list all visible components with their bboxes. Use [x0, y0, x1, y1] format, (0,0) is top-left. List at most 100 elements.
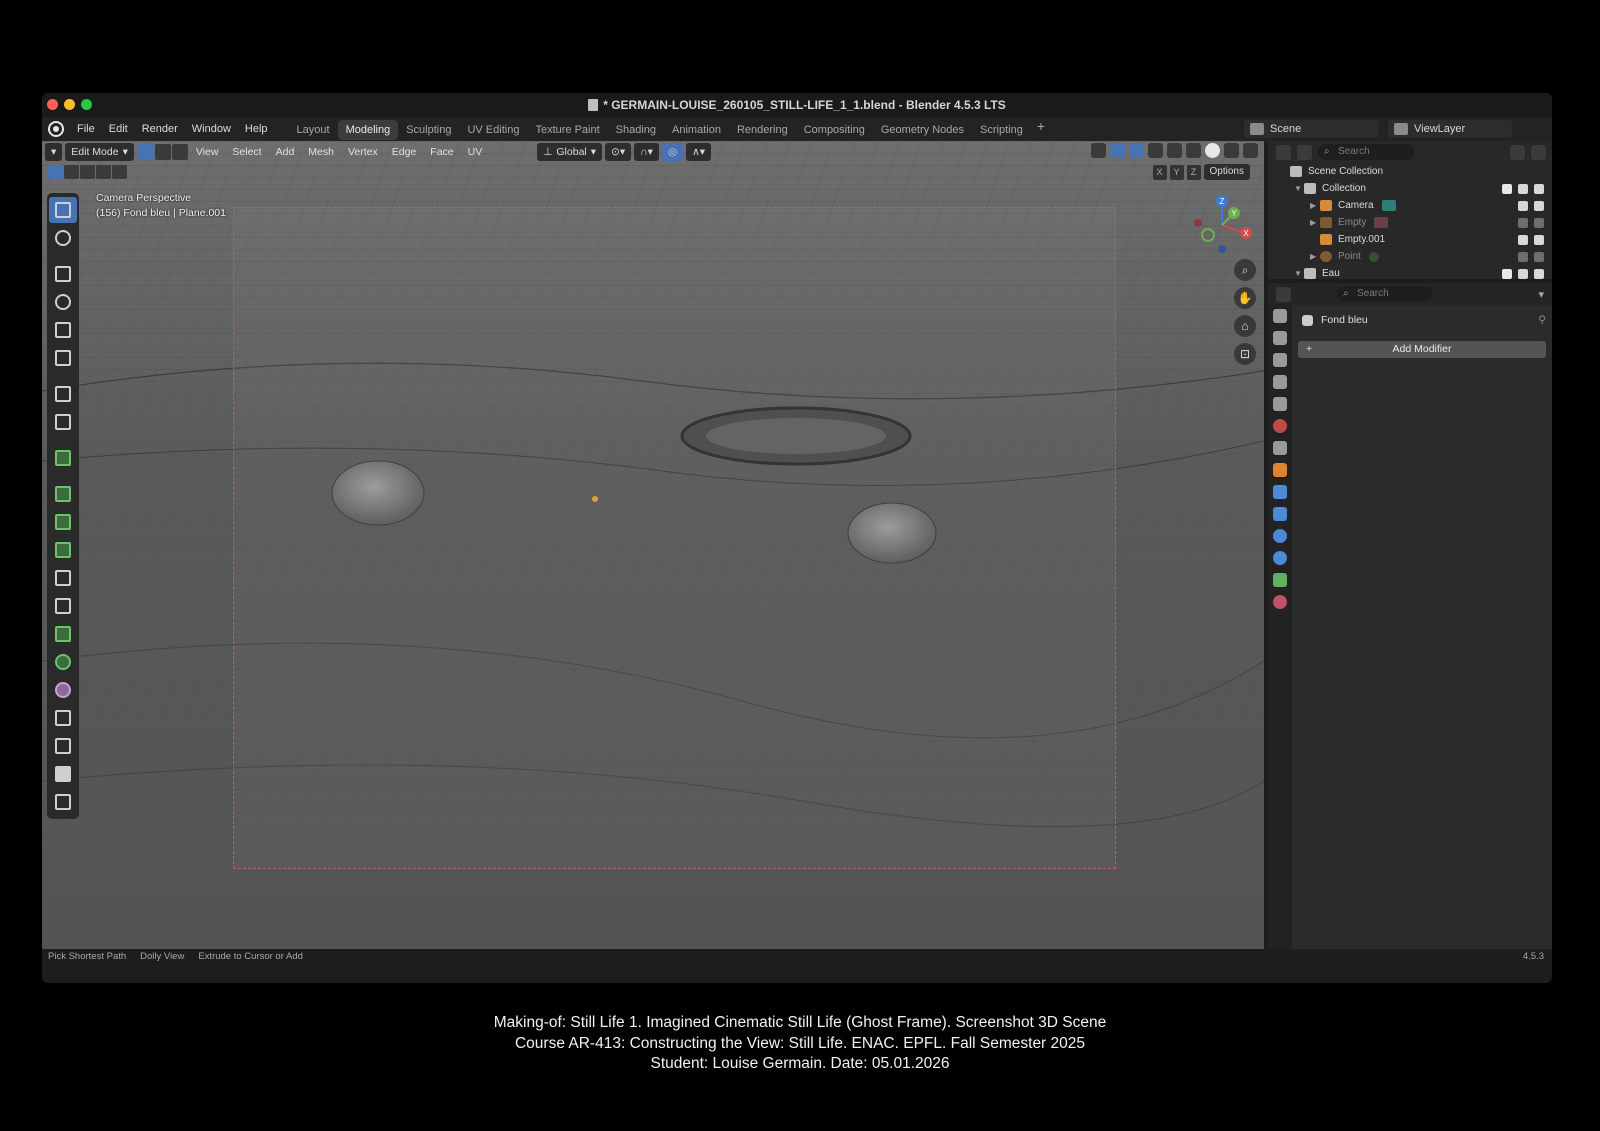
3d-viewport[interactable]: ▾ Edit Mode ▾ View Select Add Mesh Verte…: [42, 141, 1264, 949]
shear-tool[interactable]: [49, 761, 77, 787]
rotate-tool[interactable]: [49, 289, 77, 315]
gizmo-neg-z-axis[interactable]: [1218, 245, 1226, 253]
eye-icon[interactable]: [1518, 268, 1528, 279]
render-camera-icon[interactable]: [1534, 200, 1544, 211]
scale-tool[interactable]: [49, 317, 77, 343]
properties-editor-icon[interactable]: [1276, 286, 1291, 302]
add-modifier-button[interactable]: Add Modifier: [1298, 341, 1546, 358]
constraints-tab-icon[interactable]: [1273, 551, 1287, 565]
add-cube-tool[interactable]: [49, 445, 77, 471]
outliner-row-collection[interactable]: ▼ Collection: [1268, 180, 1552, 197]
transform-orientation-selector[interactable]: ⊥ Global ▾: [537, 143, 603, 161]
mode-selector[interactable]: Edit Mode ▾: [65, 143, 134, 161]
menu-add[interactable]: Add: [269, 146, 302, 158]
menu-edge[interactable]: Edge: [385, 146, 424, 158]
render-camera-icon[interactable]: [1534, 183, 1544, 194]
outliner-search-input[interactable]: Search: [1318, 144, 1414, 160]
outliner-row-empty[interactable]: ▶ Empty: [1268, 214, 1552, 231]
falloff-selector[interactable]: ∧▾: [686, 143, 712, 161]
pivot-selector[interactable]: ⊙▾: [605, 143, 632, 161]
select-subtract-button[interactable]: [80, 165, 95, 179]
menu-render[interactable]: Render: [135, 117, 185, 141]
edge-select-button[interactable]: [154, 144, 171, 160]
particles-tab-icon[interactable]: [1273, 507, 1287, 521]
tab-geometry-nodes[interactable]: Geometry Nodes: [873, 120, 972, 140]
proportional-edit-toggle[interactable]: ◎: [661, 143, 684, 161]
tab-sculpting[interactable]: Sculpting: [398, 120, 459, 140]
include-checkbox[interactable]: [1502, 268, 1512, 279]
menu-edit[interactable]: Edit: [102, 117, 135, 141]
tab-scripting[interactable]: Scripting: [972, 120, 1031, 140]
menu-view[interactable]: View: [189, 146, 226, 158]
wireframe-shading-icon[interactable]: [1186, 143, 1201, 158]
view-layer-tab-icon[interactable]: [1273, 375, 1287, 389]
transform-tool[interactable]: [49, 345, 77, 371]
menu-uv[interactable]: UV: [461, 146, 490, 158]
material-tab-icon[interactable]: [1273, 595, 1287, 609]
eye-icon[interactable]: [1518, 183, 1528, 194]
scene-selector[interactable]: Scene: [1244, 120, 1378, 138]
menu-vertex[interactable]: Vertex: [341, 146, 385, 158]
object-tab-icon[interactable]: [1273, 463, 1287, 477]
cursor-tool[interactable]: [49, 225, 77, 251]
editor-type-button[interactable]: ▾: [45, 143, 63, 161]
smooth-tool[interactable]: [49, 677, 77, 703]
chevron-down-icon[interactable]: ▾: [1538, 288, 1544, 301]
material-shading-icon[interactable]: [1224, 143, 1239, 158]
render-camera-icon[interactable]: [1534, 217, 1544, 228]
outliner-editor-icon[interactable]: [1276, 144, 1291, 160]
data-tab-icon[interactable]: [1273, 573, 1287, 587]
shrink-fatten-tool[interactable]: [49, 733, 77, 759]
outliner-row-scene-collection[interactable]: Scene Collection: [1268, 163, 1552, 180]
select-new-button[interactable]: [48, 165, 63, 179]
pan-hand-icon[interactable]: ✋: [1234, 287, 1256, 309]
knife-tool[interactable]: [49, 593, 77, 619]
chevron-right-icon[interactable]: ▶: [1310, 218, 1320, 227]
output-tab-icon[interactable]: [1273, 353, 1287, 367]
bevel-tool[interactable]: [49, 537, 77, 563]
chevron-down-icon[interactable]: ▼: [1294, 269, 1304, 278]
visibility-icon[interactable]: [1091, 143, 1106, 158]
spin-tool[interactable]: [49, 649, 77, 675]
tool-tab-icon[interactable]: [1273, 309, 1287, 323]
display-mode-icon[interactable]: [1297, 144, 1312, 160]
outliner-row-empty-001[interactable]: Empty.001: [1268, 231, 1552, 248]
tab-uv-editing[interactable]: UV Editing: [459, 120, 527, 140]
axis-y-button[interactable]: Y: [1169, 164, 1184, 180]
render-camera-icon[interactable]: [1534, 251, 1544, 262]
select-box-tool[interactable]: [49, 197, 77, 223]
gizmo-neg-y-axis[interactable]: [1201, 228, 1215, 242]
chevron-right-icon[interactable]: ▶: [1310, 201, 1320, 210]
mesh-overlay-icon[interactable]: [1148, 143, 1163, 158]
eye-icon[interactable]: [1518, 234, 1528, 245]
close-window-button[interactable]: [47, 99, 58, 110]
gizmo-toggle-icon[interactable]: [1110, 143, 1125, 158]
scene-tab-icon[interactable]: [1273, 397, 1287, 411]
pin-icon[interactable]: ⚲: [1538, 314, 1546, 326]
menu-help[interactable]: Help: [238, 117, 275, 141]
extrude-tool[interactable]: [49, 481, 77, 507]
menu-select[interactable]: Select: [225, 146, 268, 158]
tab-shading[interactable]: Shading: [608, 120, 664, 140]
menu-window[interactable]: Window: [185, 117, 238, 141]
render-camera-icon[interactable]: [1534, 234, 1544, 245]
add-workspace-button[interactable]: +: [1031, 118, 1051, 140]
edge-slide-tool[interactable]: [49, 705, 77, 731]
select-invert-button[interactable]: [96, 165, 111, 179]
annotate-tool[interactable]: [49, 381, 77, 407]
inset-tool[interactable]: [49, 509, 77, 535]
render-camera-icon[interactable]: [1534, 268, 1544, 279]
menu-file[interactable]: File: [70, 117, 102, 141]
include-checkbox[interactable]: [1502, 183, 1512, 194]
chevron-right-icon[interactable]: ▶: [1310, 252, 1320, 261]
face-select-button[interactable]: [171, 144, 188, 160]
select-extend-button[interactable]: [64, 165, 79, 179]
camera-view-icon[interactable]: ⌂: [1234, 315, 1256, 337]
modifier-tab-icon[interactable]: [1273, 485, 1287, 499]
physics-tab-icon[interactable]: [1273, 529, 1287, 543]
view-layer-selector[interactable]: ViewLayer: [1388, 120, 1512, 138]
minimize-window-button[interactable]: [64, 99, 75, 110]
tab-rendering[interactable]: Rendering: [729, 120, 796, 140]
measure-tool[interactable]: [49, 409, 77, 435]
menu-face[interactable]: Face: [423, 146, 460, 158]
